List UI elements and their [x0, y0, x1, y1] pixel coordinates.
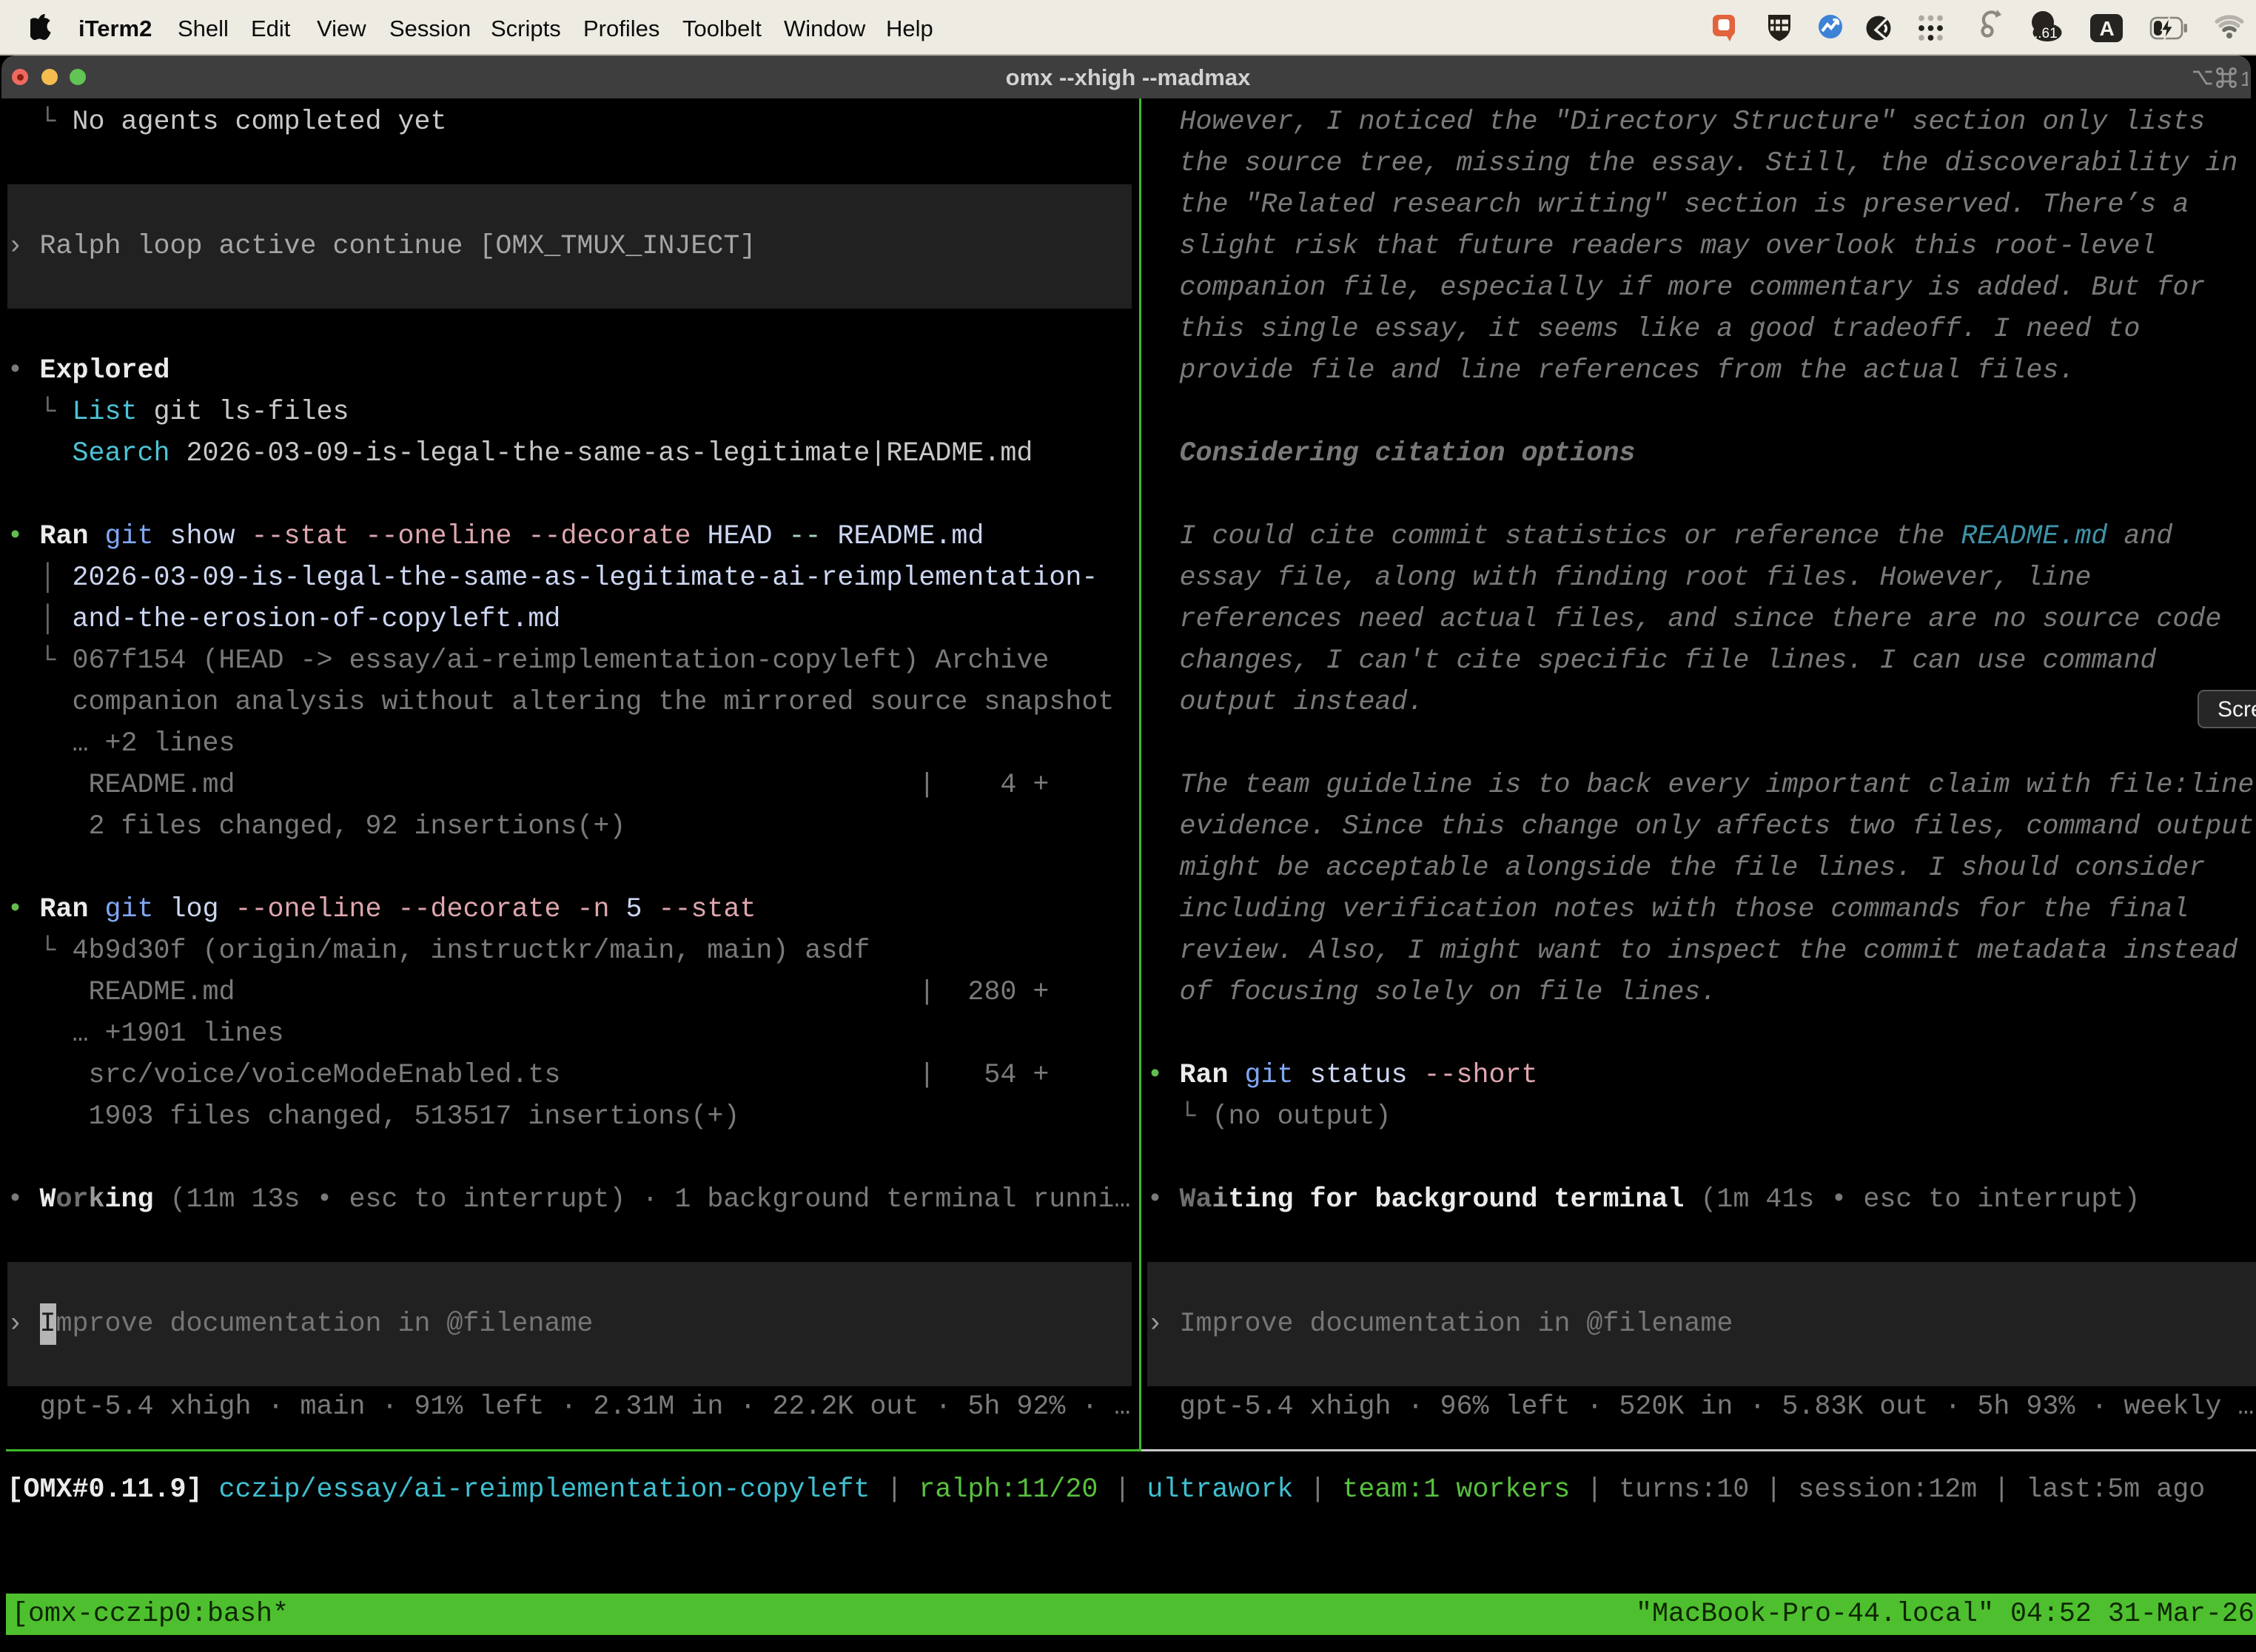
svg-text:A: A	[2100, 17, 2115, 40]
svg-text:..61: ..61	[2034, 26, 2058, 41]
svg-text:1: 1	[2240, 67, 2248, 90]
